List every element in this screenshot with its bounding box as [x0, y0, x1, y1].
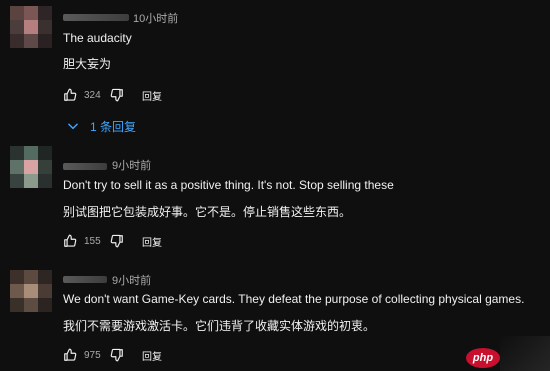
avatar-pixel: [10, 174, 24, 188]
thumbs-up-icon[interactable]: [63, 88, 77, 102]
comment-actions: 975 回复: [63, 346, 162, 364]
avatar-pixel: [24, 270, 38, 284]
comment-text-zh: 我们不需要游戏激活卡。它们违背了收藏实体游戏的初衷。: [63, 319, 376, 333]
avatar-pixel: [38, 160, 52, 174]
avatar-pixel: [38, 298, 52, 312]
avatar-pixel: [10, 284, 24, 298]
avatar-pixel: [38, 34, 52, 48]
avatar[interactable]: [10, 270, 52, 312]
thumbs-up-icon[interactable]: [63, 348, 77, 362]
avatar-pixel: [24, 6, 38, 20]
avatar-pixel: [24, 160, 38, 174]
php-watermark-logo: php: [466, 348, 500, 368]
like-count: 155: [84, 235, 101, 247]
view-replies-button[interactable]: 1 条回复: [66, 117, 136, 135]
avatar-pixel: [10, 34, 24, 48]
username-blurred[interactable]: [63, 14, 129, 21]
avatar-pixel: [24, 284, 38, 298]
avatar-pixel: [10, 146, 24, 160]
avatar-pixel: [38, 284, 52, 298]
reply-button[interactable]: 回复: [142, 348, 162, 363]
avatar-pixel: [38, 20, 52, 34]
comment-timestamp[interactable]: 9小时前: [112, 157, 151, 173]
avatar-pixel: [24, 34, 38, 48]
corner-shadow: [500, 336, 550, 371]
comment-actions: 324 回复: [63, 86, 162, 104]
comment-timestamp[interactable]: 10小时前: [133, 10, 178, 26]
comment-text-en: Don't try to sell it as a positive thing…: [63, 178, 394, 192]
reply-button[interactable]: 回复: [142, 234, 162, 249]
comment-actions: 155 回复: [63, 232, 162, 250]
thumbs-down-icon[interactable]: [110, 88, 124, 102]
avatar-pixel: [10, 160, 24, 174]
avatar-pixel: [10, 298, 24, 312]
username-blurred[interactable]: [63, 163, 107, 170]
avatar[interactable]: [10, 146, 52, 188]
avatar-pixel: [38, 146, 52, 160]
thumbs-down-icon[interactable]: [110, 234, 124, 248]
username-blurred[interactable]: [63, 276, 107, 283]
avatar-pixel: [38, 6, 52, 20]
comment-timestamp[interactable]: 9小时前: [112, 272, 151, 288]
avatar-pixel: [10, 20, 24, 34]
chevron-down-icon: [68, 123, 78, 130]
like-count: 975: [84, 349, 101, 361]
thumbs-up-icon[interactable]: [63, 234, 77, 248]
like-count: 324: [84, 89, 101, 101]
avatar-pixel: [38, 270, 52, 284]
avatar-pixel: [24, 298, 38, 312]
comment-text-en: The audacity: [63, 31, 132, 45]
reply-button[interactable]: 回复: [142, 88, 162, 103]
avatar-pixel: [10, 6, 24, 20]
avatar[interactable]: [10, 6, 52, 48]
avatar-pixel: [24, 20, 38, 34]
thumbs-down-icon[interactable]: [110, 348, 124, 362]
avatar-pixel: [24, 146, 38, 160]
comment-text-en: We don't want Game-Key cards. They defea…: [63, 292, 525, 306]
comment-text-zh: 别试图把它包装成好事。它不是。停止销售这些东西。: [63, 205, 352, 219]
avatar-pixel: [38, 174, 52, 188]
avatar-pixel: [10, 270, 24, 284]
avatar-pixel: [24, 174, 38, 188]
comment-text-zh: 胆大妄为: [63, 57, 112, 71]
replies-count-label: 1 条回复: [90, 119, 137, 134]
